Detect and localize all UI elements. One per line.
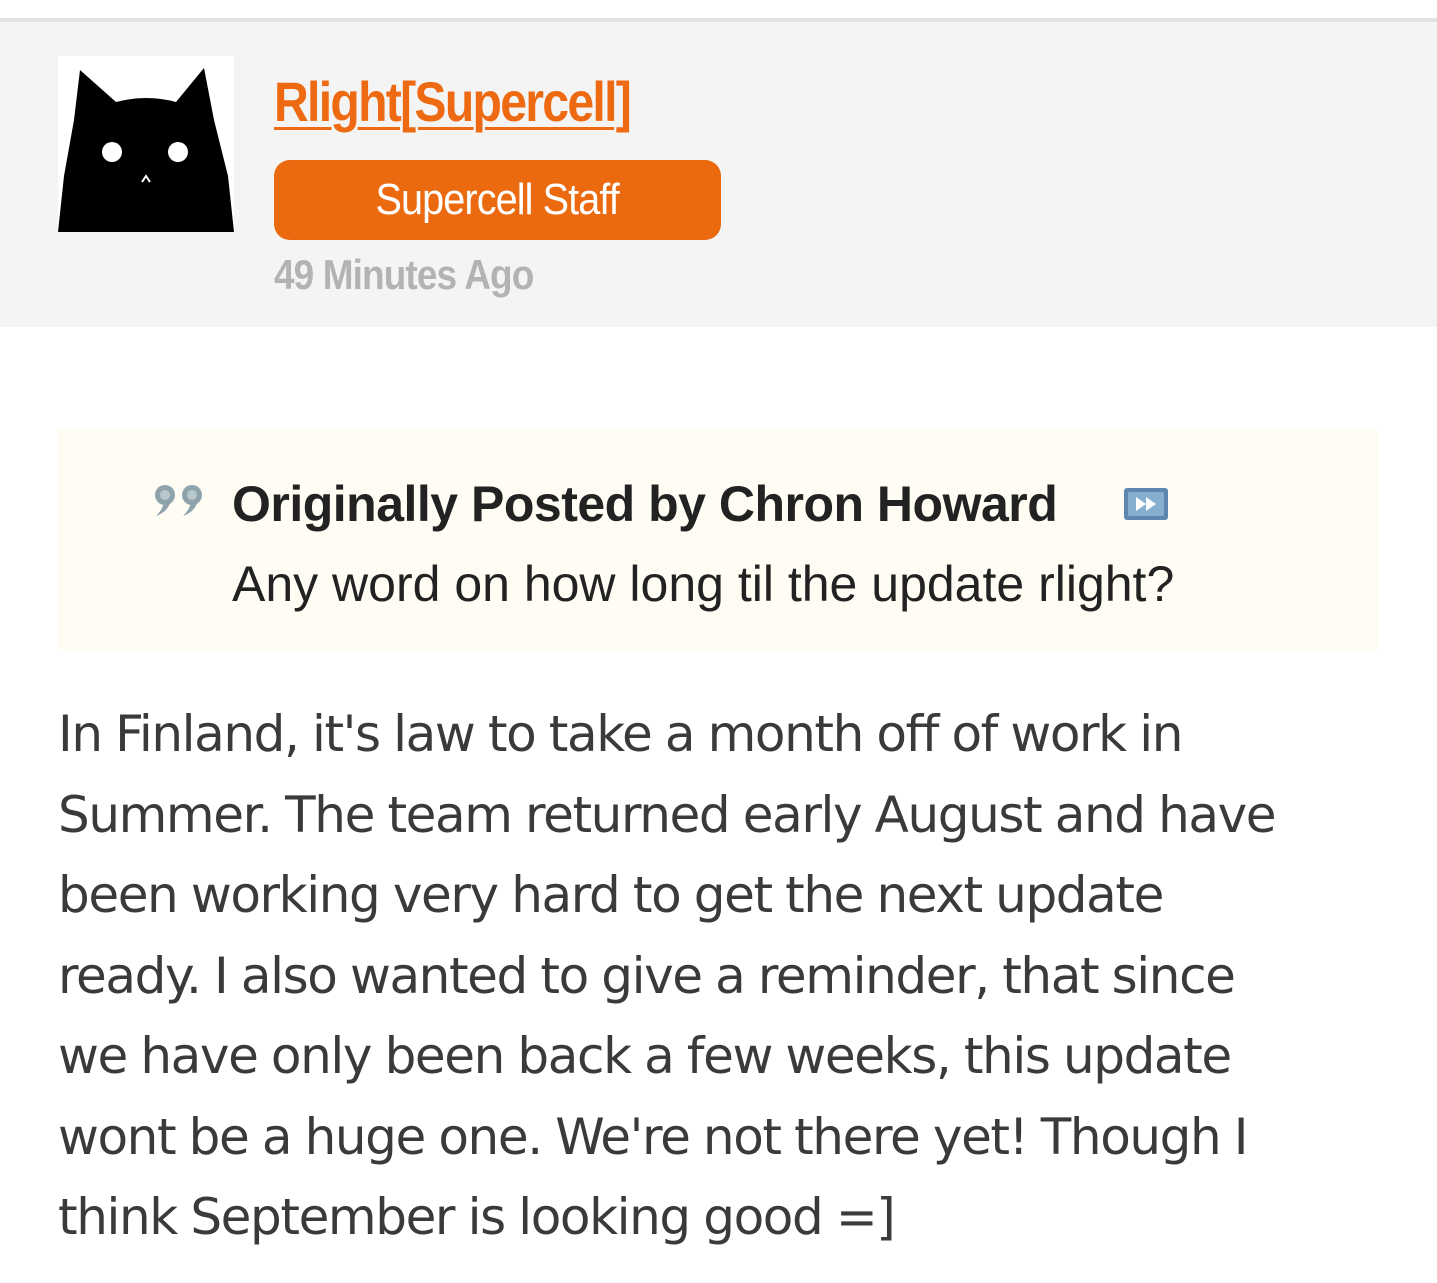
black-cat-icon (58, 68, 234, 232)
post-timestamp: 49 Minutes Ago (274, 251, 534, 298)
avatar[interactable] (58, 56, 234, 232)
staff-badge-label: Supercell Staff (375, 175, 620, 224)
quote-block (58, 428, 1378, 650)
author-username-link[interactable]: Rlight[Supercell] (274, 66, 632, 138)
post-body-text: In Finland, it's law to take a month off… (58, 705, 1277, 1246)
quote-icon (155, 485, 202, 516)
quote-text: Any word on how long til the update rlig… (232, 556, 1175, 612)
quote-attribution: Originally Posted by Chron Howard (232, 476, 1058, 532)
view-post-icon[interactable] (1122, 486, 1170, 522)
staff-badge: Supercell Staff (274, 160, 721, 240)
